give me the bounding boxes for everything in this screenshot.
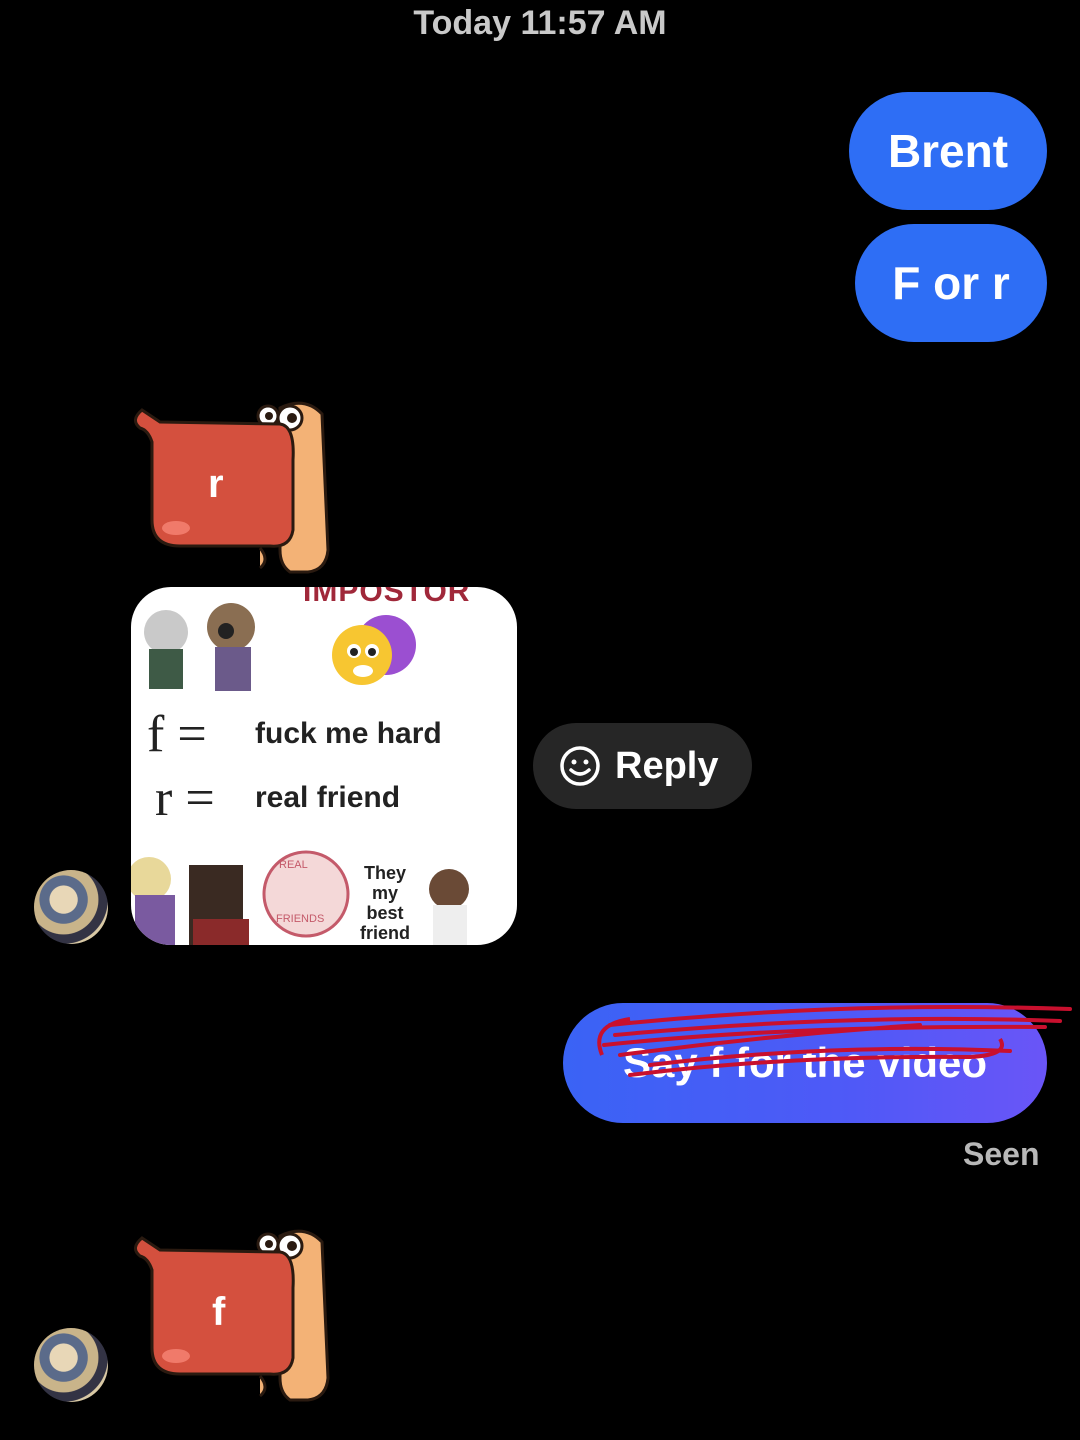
avatar[interactable]: [34, 870, 108, 944]
emoji-icon: [332, 615, 416, 685]
meme-caption: They my best friend: [359, 863, 410, 943]
conversation-timestamp: Today 11:57 AM: [413, 4, 667, 42]
meme-line-r-text: real friend: [255, 781, 401, 814]
reply-label: Reply: [615, 744, 719, 787]
reply-button[interactable]: Reply: [533, 723, 753, 809]
cartoon-characters-icon: [144, 603, 255, 691]
image-message[interactable]: IMPOSTOR f = fuck me hard r = real frien…: [131, 587, 517, 945]
seen-status: Seen: [963, 1136, 1040, 1172]
dog-sticker-icon: [134, 1229, 330, 1402]
message-text: Brent: [887, 125, 1009, 177]
badge-text-top: REAL: [279, 859, 308, 871]
scribble-overlay: [597, 1005, 1072, 1077]
meme-line-f: f =: [147, 706, 207, 763]
sticker-letter: r: [208, 462, 224, 506]
smiley-icon: [560, 746, 600, 786]
meme-line-r: r =: [155, 770, 215, 827]
meme-top-text: IMPOSTOR: [303, 587, 471, 608]
dog-sticker-icon: [134, 401, 330, 574]
outgoing-message[interactable]: Brent: [849, 92, 1047, 210]
cartoon-characters-icon: [131, 850, 469, 945]
sticker-letter: f: [212, 1290, 226, 1334]
message-text: F or r: [892, 257, 1010, 309]
badge-text-bottom: FRIENDS: [276, 913, 325, 925]
incoming-sticker[interactable]: r: [130, 400, 340, 575]
avatar[interactable]: [34, 1328, 108, 1402]
outgoing-message[interactable]: F or r: [855, 224, 1047, 342]
incoming-sticker[interactable]: f: [130, 1228, 340, 1403]
meme-line-f-text: fuck me hard: [255, 717, 442, 750]
